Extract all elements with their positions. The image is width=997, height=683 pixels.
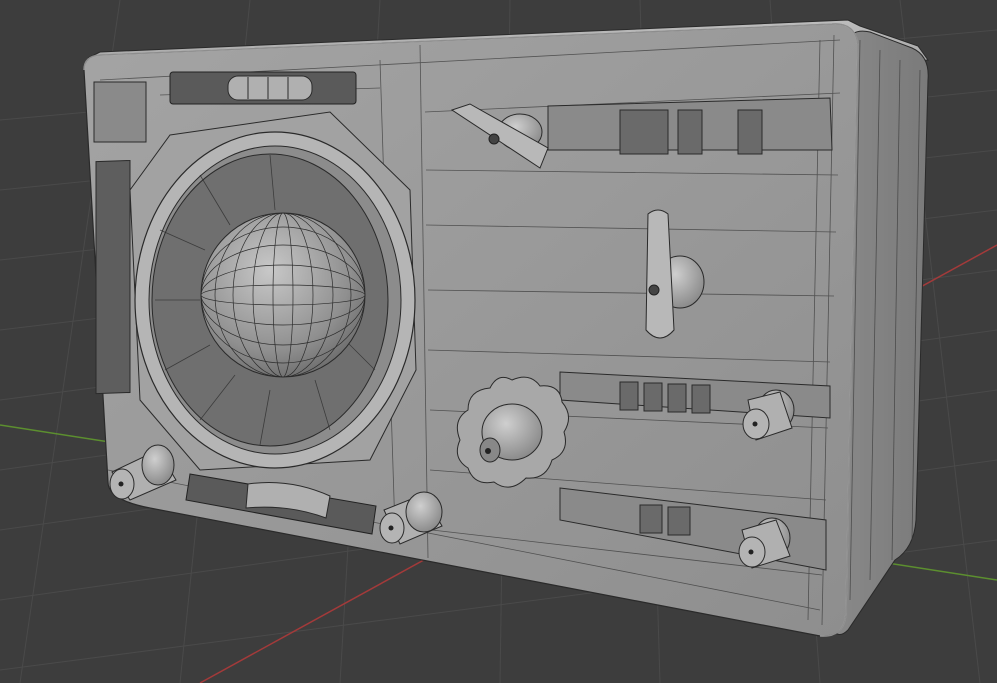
indicator-window-top <box>547 97 833 155</box>
3d-viewport[interactable] <box>0 0 997 683</box>
dial-sphere <box>200 212 366 378</box>
side-vent-slot <box>95 159 131 395</box>
top-slider-slot[interactable] <box>169 71 357 105</box>
radio-model[interactable] <box>83 19 929 637</box>
tuning-dial[interactable] <box>129 111 417 471</box>
side-vent-slot-top <box>93 81 147 143</box>
